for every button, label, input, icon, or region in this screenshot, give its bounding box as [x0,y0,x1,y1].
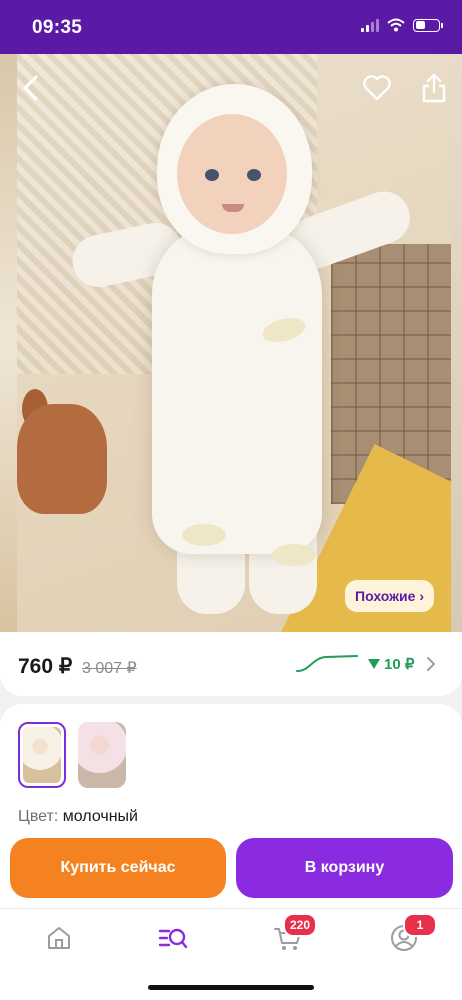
cellular-signal-icon [361,18,379,32]
price-drop-value: 10 ₽ [384,656,415,673]
home-icon[interactable] [44,923,74,953]
heart-icon[interactable] [362,74,392,102]
buy-now-button[interactable]: Купить сейчас [10,838,226,898]
home-indicator [148,985,314,990]
down-triangle-icon [368,659,380,669]
cart-badge: 220 [283,913,318,937]
share-icon[interactable] [420,72,448,104]
color-value: молочный [62,808,138,825]
wifi-icon [387,18,405,32]
tab-profile[interactable]: 1 [389,913,437,953]
catalog-search-icon[interactable] [158,923,188,953]
price-card: 760 ₽ 3 007 ₽ 10 ₽ [0,632,462,696]
price-trend-sparkline[interactable] [296,652,358,674]
add-to-cart-button[interactable]: В корзину [236,838,453,898]
status-time: 09:35 [32,17,83,38]
price-old: 3 007 ₽ [82,660,137,677]
chevron-right-icon[interactable] [424,656,438,672]
product-photo [17,54,451,632]
adjacent-image-edge [0,54,17,632]
back-arrow-icon[interactable] [18,74,46,102]
product-image[interactable]: Похожие › [0,54,462,632]
tab-cart[interactable]: 220 [273,913,318,953]
color-row: Цвет: молочный [18,808,138,826]
price-current: 760 ₽ [18,655,73,678]
profile-badge: 1 [403,913,437,937]
status-icons [361,18,443,32]
battery-icon [413,18,443,32]
variant-thumbnail[interactable] [78,722,126,788]
status-bar: 09:35 [0,0,462,54]
color-label: Цвет: [18,808,59,825]
variant-thumbnail-selected[interactable] [18,722,66,788]
adjacent-image-edge-right [451,54,462,632]
price-drop[interactable]: 10 ₽ [368,655,414,673]
similar-products-button[interactable]: Похожие › [345,580,434,612]
